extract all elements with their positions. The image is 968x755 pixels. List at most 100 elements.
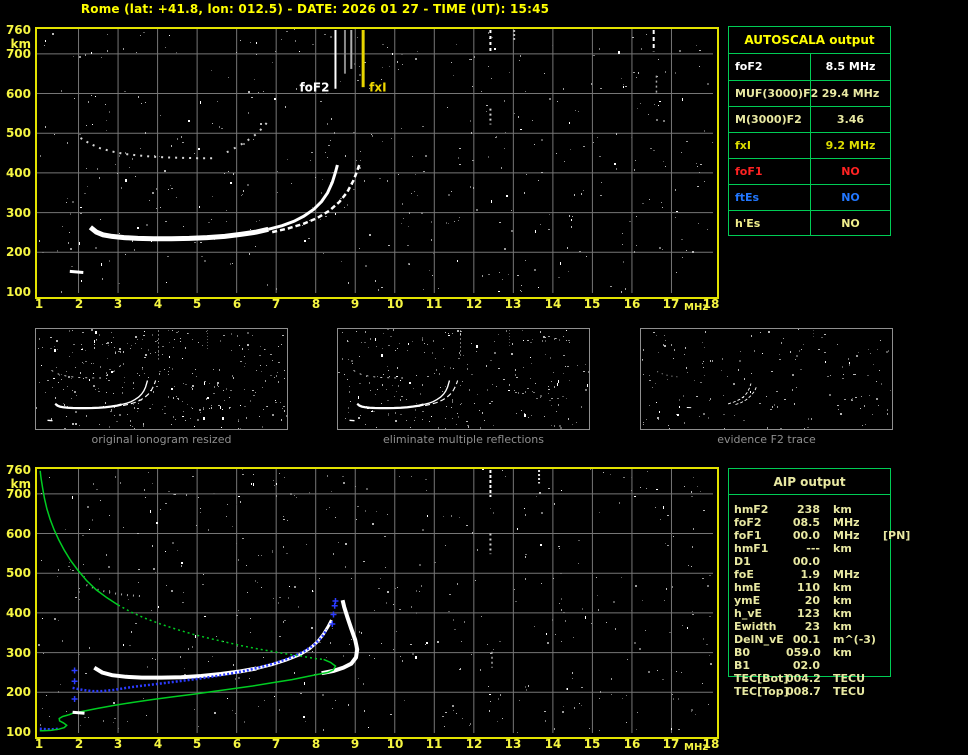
thumbnail-caption: original ionogram resized	[91, 433, 232, 446]
autoscala-output-screen: Rome (lat: +41.8, lon: 012.5) - DATE: 20…	[0, 0, 968, 755]
aip-row-value: 123	[797, 607, 820, 620]
noise-speckles	[642, 329, 891, 430]
x-tick-label: 4	[153, 737, 163, 751]
aip-table-row: TEC[Top]008.7 TECU	[734, 685, 964, 698]
autoscala-row-value: 29.4 MHz	[821, 87, 880, 100]
aip-row-label: D1	[734, 555, 751, 568]
aip-row-unit: MHz	[833, 516, 860, 529]
autoscala-table-row: h'Es NO	[729, 210, 890, 236]
aip-row-label: B0	[734, 646, 751, 659]
aip-row-label: foF1	[734, 529, 762, 542]
aip-table-row: B1 02.0	[734, 659, 964, 672]
aip-table-row: foF2 08.5 MHz	[734, 516, 964, 529]
y-axis-unit-label: km	[10, 477, 31, 491]
aip-row-label: foF2	[734, 516, 762, 529]
autoscala-table-row: M(3000)F2 3.46	[729, 106, 890, 132]
autoscala-row-label: foF2	[729, 54, 811, 80]
autoscala-row-value: 9.2 MHz	[825, 139, 876, 152]
aip-table-rows: hmF2 238 km foF2 08.5 MHz foF1 00.0 MHz [PN] hmF1 -…	[734, 503, 964, 698]
y-tick-label: 600	[5, 87, 31, 101]
aip-table-row: B0 059.0 km	[734, 646, 964, 659]
x-axis-unit-label: MHz	[684, 742, 709, 753]
aip-row-unit: km	[833, 646, 852, 659]
aip-row-value: 110	[797, 581, 820, 594]
aip-row-label: DelN_vE	[734, 633, 784, 646]
autoscala-row-label: ftEs	[729, 185, 811, 210]
x-tick-label: 10	[386, 737, 404, 751]
y-tick-label: 500	[5, 126, 31, 140]
autoscala-table-row: foF1 NO	[729, 158, 890, 184]
aip-row-unit: km	[833, 607, 852, 620]
autoscala-row-value: NO	[841, 191, 860, 204]
x-tick-label: 15	[583, 297, 601, 311]
trace-f2_o_riser	[267, 164, 339, 231]
x-tick-label: 11	[425, 737, 443, 751]
aip-table-row: DelN_vE 00.1 m^(-3)	[734, 633, 964, 646]
trace-f2_hook_b	[321, 599, 360, 676]
x-tick-label: 10	[386, 297, 404, 311]
aip-row-value: 004.2	[786, 672, 821, 685]
aip-table-row: foE 1.9 MHz	[734, 568, 964, 581]
x-tick-label: 2	[74, 737, 84, 751]
y-tick-label: 100	[5, 285, 31, 299]
trace-f2_o	[356, 402, 424, 410]
aip-row-value: 02.0	[792, 659, 820, 672]
aip-row-unit: km	[833, 542, 852, 555]
thumbnail-panel	[640, 328, 893, 430]
autoscala-table-row: MUF(3000)F2 29.4 MHz	[729, 80, 890, 106]
thumbnail-panel	[337, 328, 590, 430]
ionogram-bottom-plot	[35, 467, 719, 739]
autoscala-table-row: fxI 9.2 MHz	[729, 132, 890, 158]
aip-row-label: hmE	[734, 581, 761, 594]
thumbnail-canvas	[338, 329, 590, 429]
x-tick-label: 11	[425, 297, 443, 311]
thumbnail-canvas	[642, 329, 891, 430]
x-tick-label: 6	[232, 297, 242, 311]
autoscala-row-value: 3.46	[836, 113, 865, 126]
x-tick-label: 13	[504, 297, 522, 311]
aip-row-value: 08.5	[792, 516, 820, 529]
trace-profile_topside	[39, 470, 119, 606]
trace-f2_o	[54, 402, 122, 410]
aip-table-row: hmF1 --- km	[734, 542, 964, 555]
autoscala-row-label: foF1	[729, 159, 811, 184]
x-tick-label: 8	[311, 737, 321, 751]
autoscala-row-label: fxI	[729, 133, 811, 158]
aip-row-unit: km	[833, 620, 852, 633]
autoscala-row-value: NO	[841, 165, 860, 178]
aip-table-row: TEC[Bot]004.2 TECU	[734, 672, 964, 685]
aip-table-title: AIP output	[729, 469, 890, 495]
y-tick-label: 760	[5, 463, 31, 477]
aip-table-row: ymE 20 km	[734, 594, 964, 607]
aip-table-row: D1 00.0	[734, 555, 964, 568]
x-tick-label: 14	[544, 297, 562, 311]
autoscala-row-label: MUF(3000)F2	[729, 81, 818, 106]
aip-row-value: 059.0	[786, 646, 821, 659]
aip-row-unit: TECU	[833, 685, 866, 698]
trace-second_hop	[79, 137, 213, 160]
aip-row-unit: MHz	[833, 568, 860, 581]
x-tick-label: 15	[583, 737, 601, 751]
ionogram-top-canvas: foF2 fxI	[37, 29, 713, 293]
x-tick-label: 7	[271, 297, 281, 311]
x-tick-label: 7	[271, 737, 281, 751]
autoscala-table-row: foF2 8.5 MHz	[729, 54, 890, 80]
aip-row-label: TEC[Bot]	[734, 672, 789, 685]
x-tick-label: 6	[232, 737, 242, 751]
noise-speckles	[36, 329, 287, 430]
x-tick-label: 1	[34, 737, 44, 751]
trace-f2_o_riser	[121, 380, 149, 406]
gridlines	[37, 29, 713, 293]
noise-speckles	[38, 469, 712, 733]
autoscala-table-rows: foF2 8.5 MHz MUF(3000)F2 29.4 MHz M(3000)F2 3…	[729, 54, 890, 236]
x-tick-label: 16	[623, 297, 641, 311]
aip-row-value: 238	[797, 503, 820, 516]
aip-table-row: hmF2 238 km	[734, 503, 964, 516]
y-tick-label: 200	[5, 245, 31, 259]
y-tick-label: 600	[5, 527, 31, 541]
aip-row-unit: km	[833, 503, 852, 516]
x-tick-label: 4	[153, 297, 163, 311]
aip-row-label: foE	[734, 568, 754, 581]
trace-evidence_arc2	[735, 385, 758, 405]
y-tick-label: 300	[5, 646, 31, 660]
